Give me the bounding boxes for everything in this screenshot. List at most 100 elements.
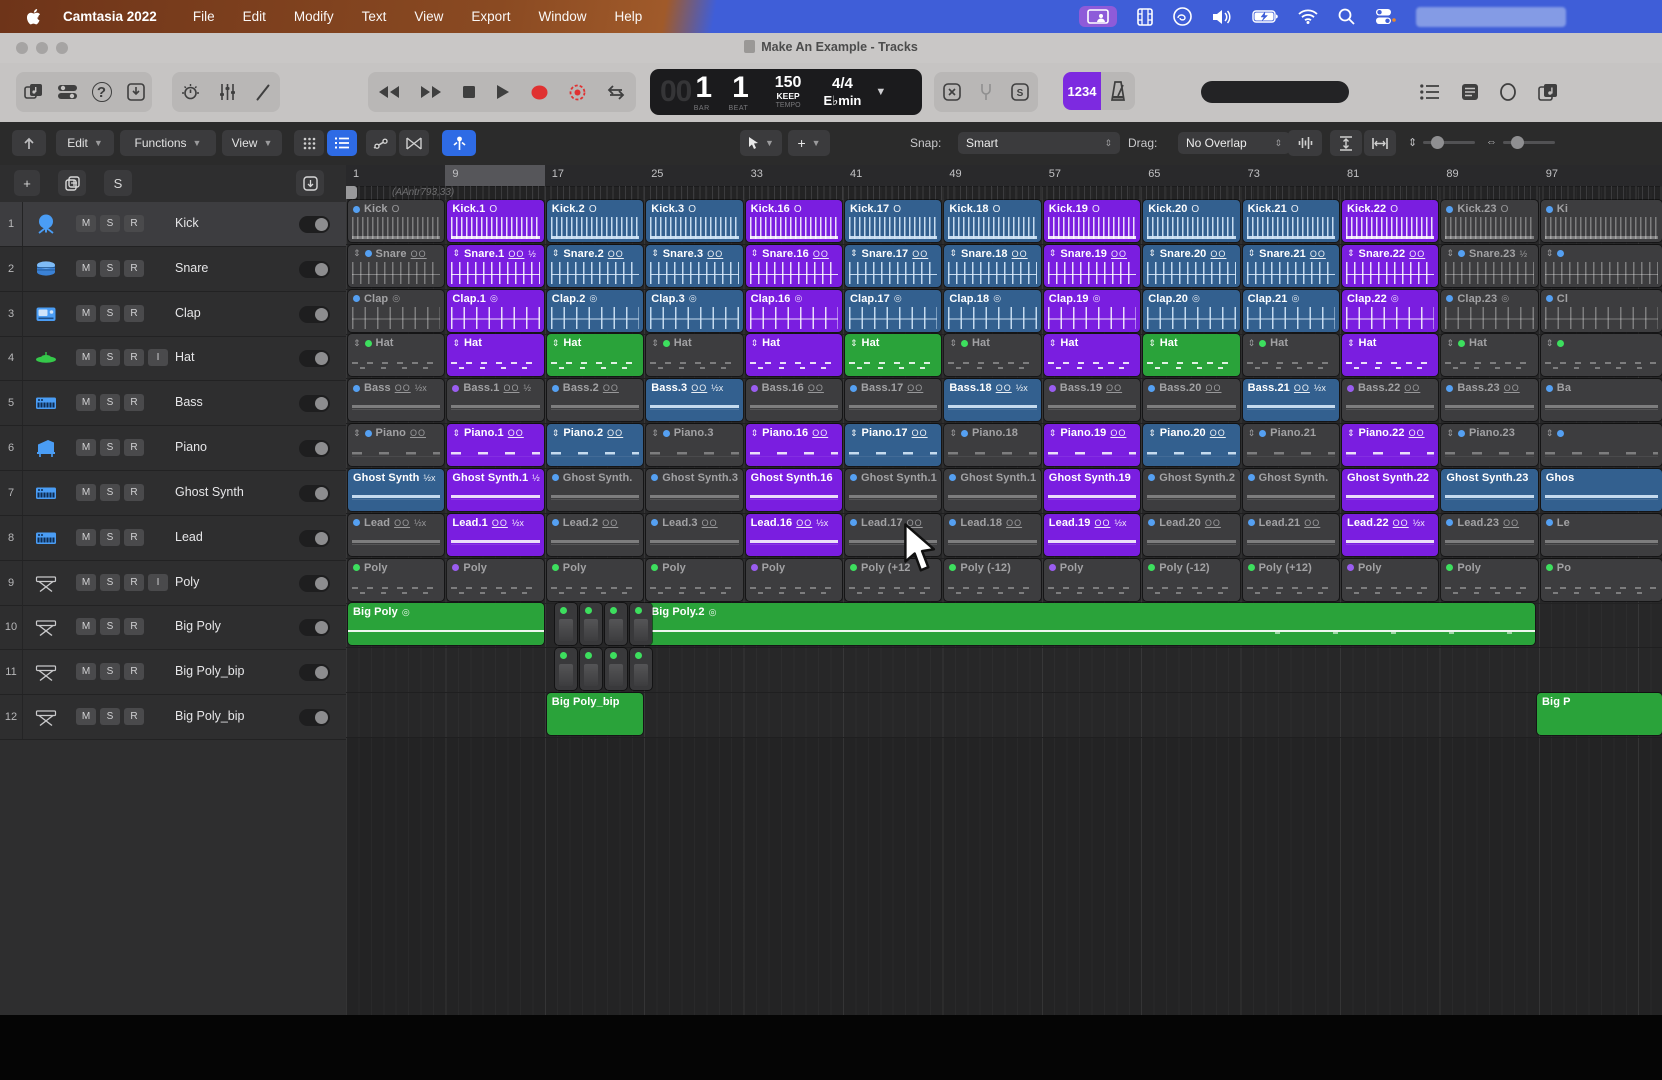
menu-item-view[interactable]: View xyxy=(414,9,443,24)
snap-select[interactable]: Smart⇕ xyxy=(958,132,1120,154)
vertical-auto-zoom-button[interactable] xyxy=(1330,130,1362,156)
s-button[interactable]: S xyxy=(100,574,120,591)
view-menu[interactable]: View▼ xyxy=(222,130,282,156)
region[interactable]: Kick.16O xyxy=(746,200,842,242)
count-in-button[interactable]: 1234 xyxy=(1063,72,1101,110)
region[interactable]: Ghost Synth.23 xyxy=(1441,469,1537,511)
mini-region[interactable] xyxy=(555,648,577,690)
region[interactable]: Kick.17O xyxy=(845,200,941,242)
region[interactable]: ⇕Snare.22OO xyxy=(1342,245,1438,287)
lcd-chevron-down-icon[interactable]: ▼ xyxy=(875,86,886,98)
region[interactable]: Lead.20OO xyxy=(1143,514,1239,556)
menu-item-window[interactable]: Window xyxy=(538,9,586,24)
region[interactable]: Lead.23OO xyxy=(1441,514,1537,556)
control-center-icon[interactable] xyxy=(1375,8,1396,25)
volume-icon[interactable] xyxy=(1212,9,1232,25)
region[interactable]: Poly (+12 xyxy=(845,559,941,601)
s-button[interactable]: S xyxy=(100,305,120,322)
mini-region[interactable] xyxy=(605,603,627,645)
stop-button[interactable] xyxy=(462,85,476,99)
record-button[interactable] xyxy=(530,85,549,100)
capture-record-button[interactable] xyxy=(569,84,586,101)
region[interactable]: Lead.22OO½x xyxy=(1342,514,1438,556)
region[interactable]: Ghost Synth.3 xyxy=(646,469,742,511)
region[interactable]: ⇕Piano.2OO xyxy=(547,424,643,466)
region[interactable]: Ghost Synth.19 xyxy=(1044,469,1140,511)
screen-recording-icon[interactable] xyxy=(1079,6,1117,27)
region[interactable]: Kick.18O xyxy=(944,200,1040,242)
mini-region[interactable] xyxy=(580,648,602,690)
region[interactable]: Lead.19OO½x xyxy=(1044,514,1140,556)
hide-header-button[interactable] xyxy=(12,130,46,156)
region[interactable]: Clap.17◎ xyxy=(845,290,941,332)
automation-icon[interactable] xyxy=(366,130,396,156)
track-row-5[interactable]: 5MSRBass xyxy=(0,381,346,426)
list-editors-icon[interactable] xyxy=(1420,84,1440,100)
region[interactable]: ⇕Hat xyxy=(944,334,1040,376)
region[interactable]: ⇕Piano.21 xyxy=(1243,424,1339,466)
menu-item-modify[interactable]: Modify xyxy=(294,9,334,24)
help-icon[interactable]: ? xyxy=(92,82,112,102)
region[interactable]: Poly xyxy=(447,559,543,601)
region[interactable]: Bass.3OO½x xyxy=(646,379,742,421)
region[interactable]: Ghost Synth.1 xyxy=(845,469,941,511)
region[interactable]: Bass.20OO xyxy=(1143,379,1239,421)
discard-recording-icon[interactable] xyxy=(943,83,961,101)
track-lane[interactable] xyxy=(346,693,1662,738)
arrange-area[interactable]: 191725334149576573818997 (AAntr793,33) K… xyxy=(346,165,1662,1019)
lcd-tempo[interactable]: 150 KEEP TEMPO xyxy=(775,75,802,109)
region[interactable]: Ba xyxy=(1541,379,1662,421)
region[interactable]: Lead.21OO xyxy=(1243,514,1339,556)
region[interactable]: Big Poly.2◎ xyxy=(646,603,1535,645)
region[interactable]: ⇕Snare.2OO xyxy=(547,245,643,287)
tuning-fork-icon[interactable] xyxy=(980,83,992,101)
m-button[interactable]: M xyxy=(76,529,96,546)
m-button[interactable]: M xyxy=(76,708,96,725)
track-on-toggle[interactable] xyxy=(299,261,330,278)
film-icon[interactable] xyxy=(1137,8,1153,26)
drag-select[interactable]: No Overlap⇕ xyxy=(1178,132,1290,154)
region[interactable]: ⇕Piano.20OO xyxy=(1143,424,1239,466)
lcd-display[interactable]: 00 1 BAR 1 BEAT 150 KEEP TEMPO 4/4 E♭min… xyxy=(650,69,922,115)
region[interactable]: Ghost Synth.1½ xyxy=(447,469,543,511)
region[interactable]: ⇕Piano.17OO xyxy=(845,424,941,466)
m-button[interactable]: M xyxy=(76,215,96,232)
region[interactable]: ⇕Piano.18 xyxy=(944,424,1040,466)
region[interactable]: Bass.19OO xyxy=(1044,379,1140,421)
region[interactable]: LeadOO½x xyxy=(348,514,444,556)
toggles-icon[interactable] xyxy=(58,84,77,100)
track-on-toggle[interactable] xyxy=(299,395,330,412)
region[interactable]: Bass.18OO½x xyxy=(944,379,1040,421)
s-button[interactable]: S xyxy=(100,529,120,546)
region[interactable]: Bass.1OO½ xyxy=(447,379,543,421)
search-icon[interactable] xyxy=(1338,8,1355,25)
rewind-button[interactable] xyxy=(378,85,400,99)
track-on-toggle[interactable] xyxy=(299,709,330,726)
m-button[interactable]: M xyxy=(76,260,96,277)
track-on-toggle[interactable] xyxy=(299,485,330,502)
region[interactable]: Ghost Synth½x xyxy=(348,469,444,511)
region[interactable]: Ghost Synth.1 xyxy=(944,469,1040,511)
region[interactable]: Big Poly_bip xyxy=(547,693,643,735)
track-row-11[interactable]: 11MSRBig Poly_bip xyxy=(0,650,346,695)
region[interactable]: ⇕Hat xyxy=(1342,334,1438,376)
region[interactable]: Poly (-12) xyxy=(944,559,1040,601)
track-row-3[interactable]: 3MSRClap xyxy=(0,292,346,337)
region[interactable]: Lead.18OO xyxy=(944,514,1040,556)
catch-playhead-icon[interactable] xyxy=(442,130,476,156)
region[interactable]: Bass.23OO xyxy=(1441,379,1537,421)
waveform-zoom-button[interactable] xyxy=(1288,130,1322,156)
bar-ruler[interactable]: 191725334149576573818997 xyxy=(346,165,1662,187)
region[interactable]: Kick.22O xyxy=(1342,200,1438,242)
track-row-7[interactable]: 7MSRGhost Synth xyxy=(0,471,346,516)
menu-item-edit[interactable]: Edit xyxy=(243,9,266,24)
region[interactable]: ⇕Hat xyxy=(845,334,941,376)
region[interactable]: ⇕Snare.20OO xyxy=(1143,245,1239,287)
region[interactable]: Ghos xyxy=(1541,469,1662,511)
mini-region[interactable] xyxy=(555,603,577,645)
s-button[interactable]: S xyxy=(100,260,120,277)
region[interactable]: Lead.1OO½x xyxy=(447,514,543,556)
region[interactable]: ⇕Hat xyxy=(1441,334,1537,376)
region[interactable]: Clap.16◎ xyxy=(746,290,842,332)
battery-icon[interactable] xyxy=(1252,10,1278,23)
